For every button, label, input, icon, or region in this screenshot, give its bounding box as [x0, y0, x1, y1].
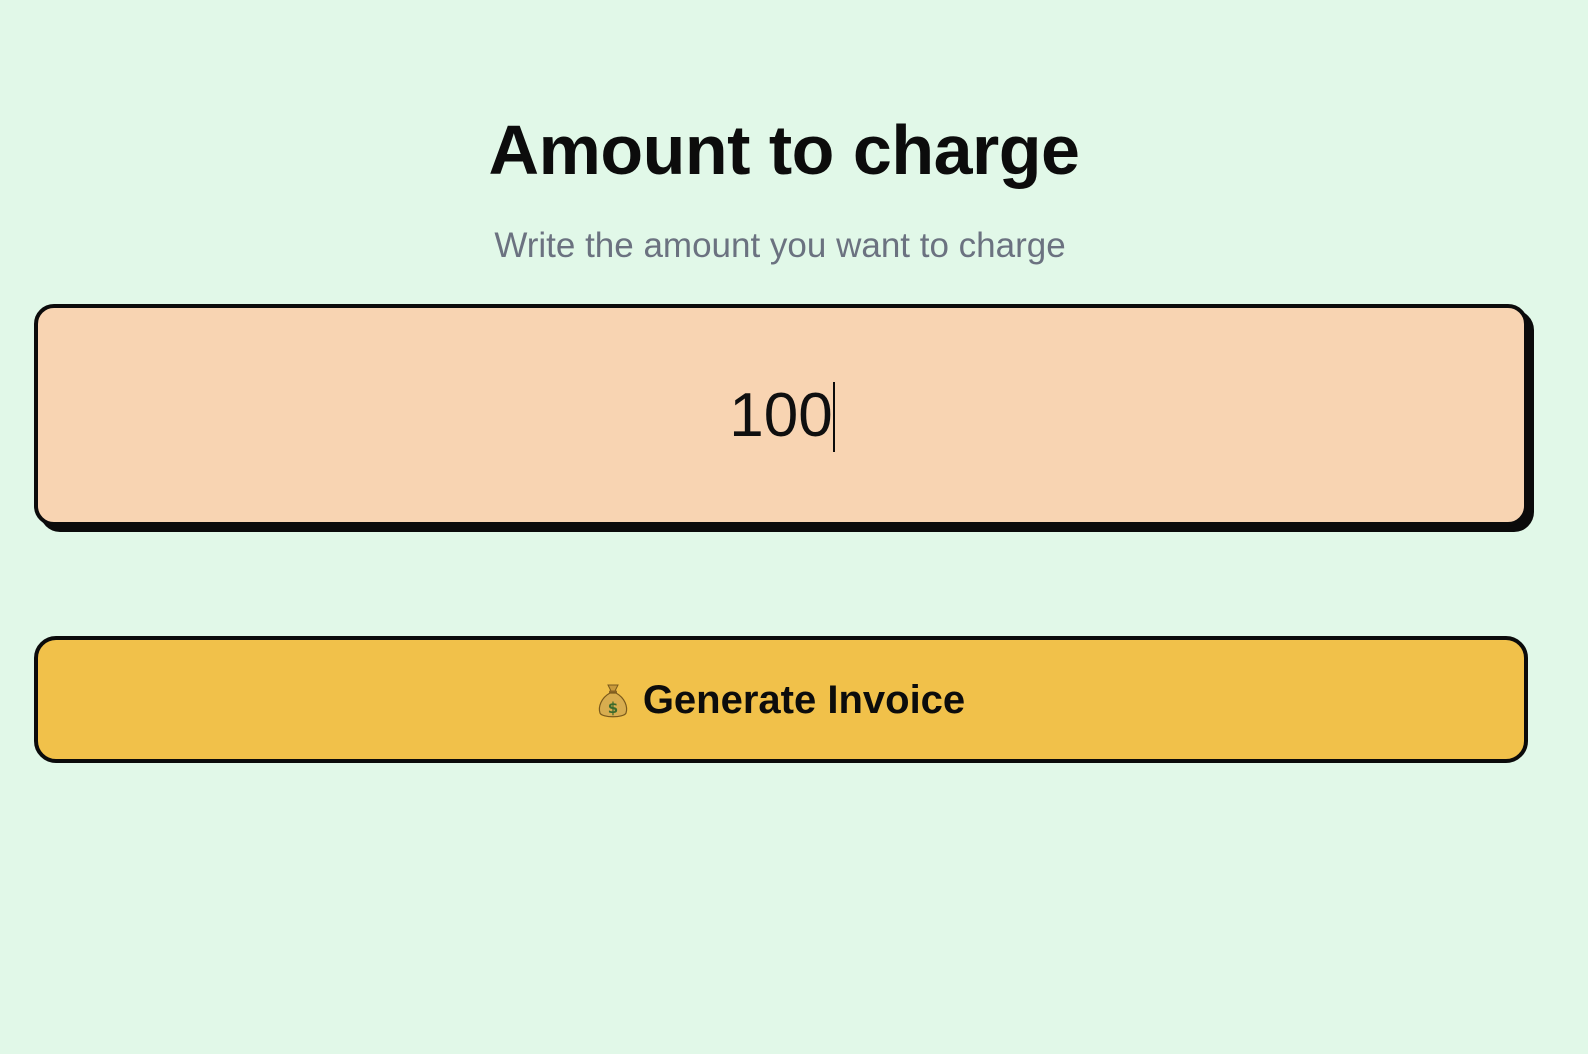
- amount-field-container[interactable]: [34, 304, 1528, 526]
- svg-text:$: $: [608, 699, 618, 717]
- invoice-amount-page: Amount to charge Write the amount you wa…: [0, 0, 1588, 1054]
- page-subtitle: Write the amount you want to charge: [494, 226, 1066, 265]
- page-title: Amount to charge: [488, 111, 1080, 189]
- text-caret: [833, 382, 835, 452]
- money-bag-icon: $: [597, 682, 629, 720]
- amount-input[interactable]: [38, 308, 1524, 522]
- generate-invoice-label: Generate Invoice: [642, 677, 966, 722]
- generate-invoice-button[interactable]: $ Generate Invoice: [34, 636, 1528, 763]
